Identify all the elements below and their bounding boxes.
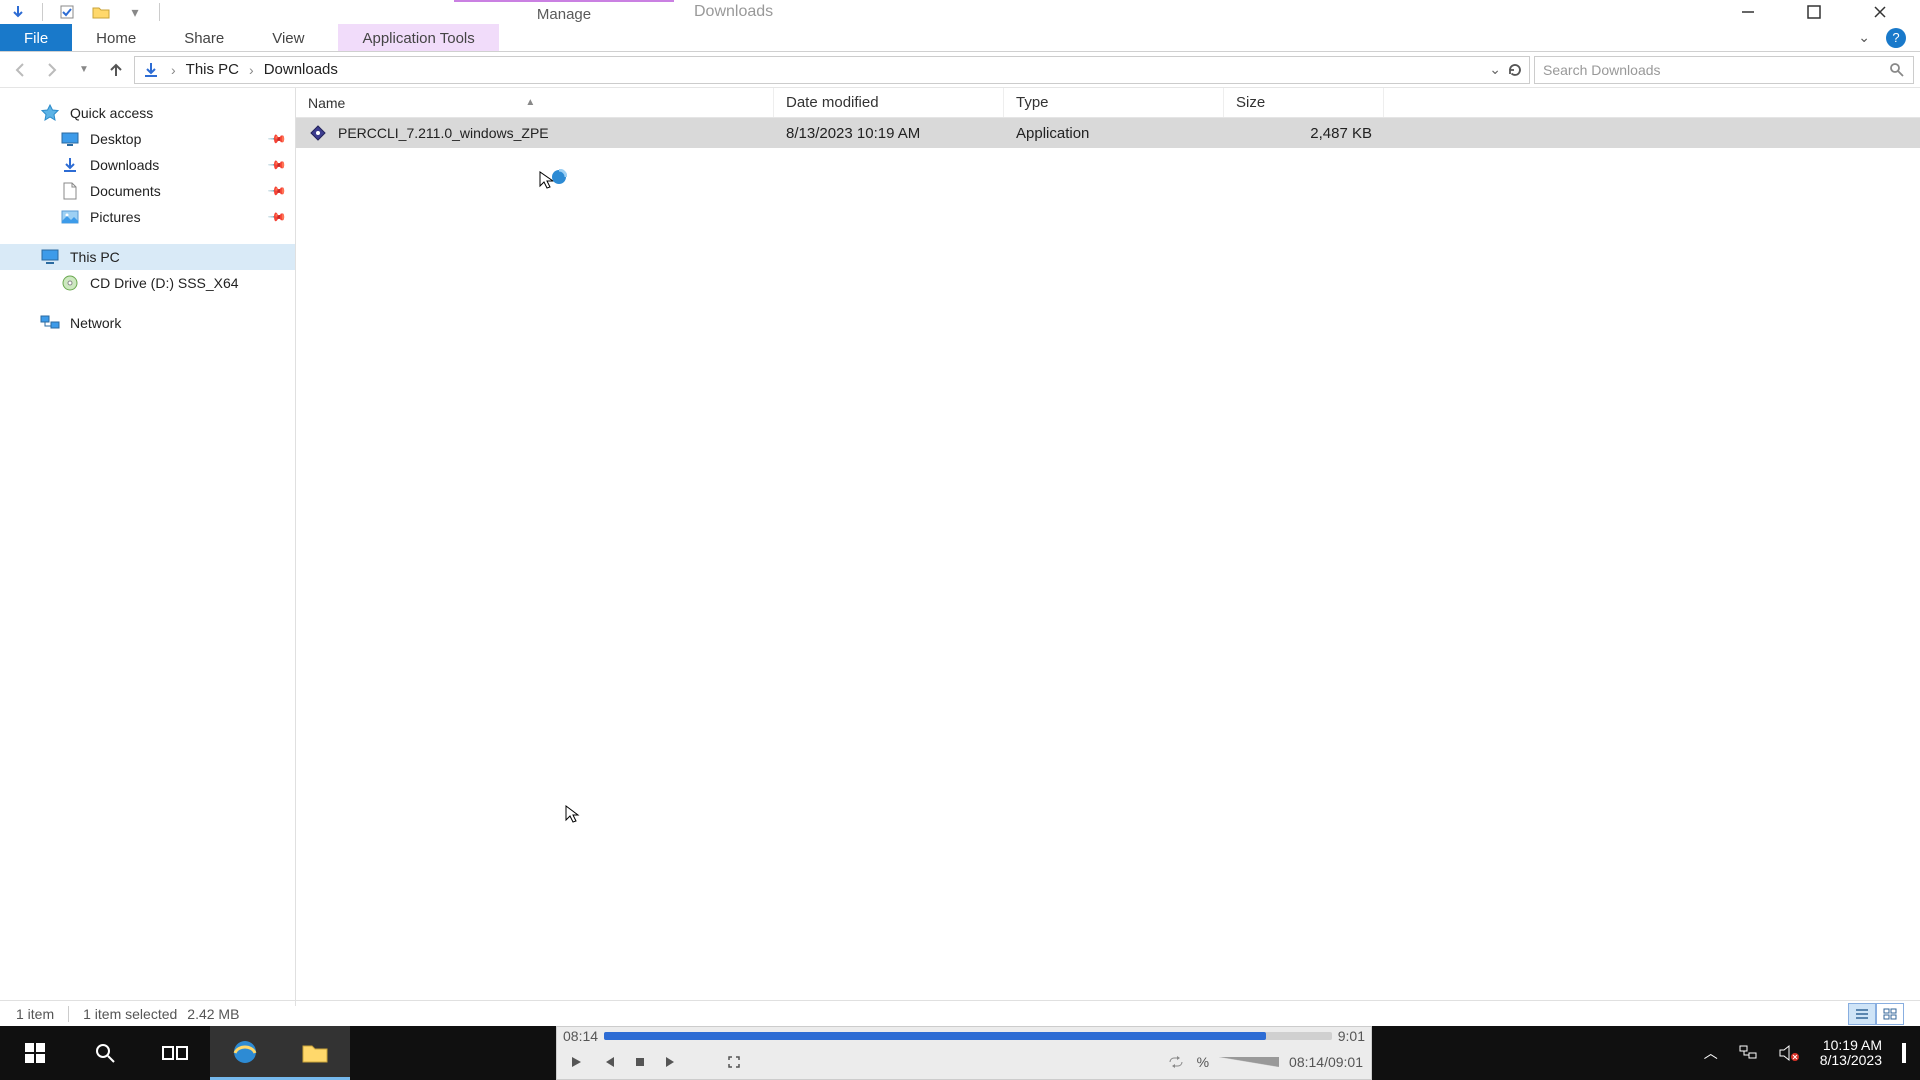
help-icon[interactable]: ? xyxy=(1886,28,1906,48)
file-tab[interactable]: File xyxy=(0,24,72,51)
file-row[interactable]: PERCCLI_7.211.0_windows_ZPE 8/13/2023 10… xyxy=(296,118,1920,148)
stop-button[interactable] xyxy=(629,1051,651,1073)
breadcrumb-root[interactable]: This PC xyxy=(186,61,239,78)
file-size: 2,487 KB xyxy=(1224,125,1384,142)
taskbar-explorer[interactable] xyxy=(280,1026,350,1080)
volume-slider[interactable] xyxy=(1219,1057,1279,1067)
player-position: 08:14 xyxy=(563,1028,598,1044)
refresh-icon[interactable] xyxy=(1507,62,1523,78)
chevron-right-icon[interactable]: › xyxy=(245,62,258,78)
sidebar-this-pc[interactable]: This PC xyxy=(0,244,295,270)
status-size: 2.42 MB xyxy=(187,1006,239,1022)
pictures-icon xyxy=(60,208,80,226)
player-total: 9:01 xyxy=(1338,1028,1365,1044)
fullscreen-button[interactable] xyxy=(723,1051,745,1073)
column-name[interactable]: Name▲ xyxy=(296,88,774,117)
view-tab[interactable]: View xyxy=(248,24,328,51)
sidebar-cd-drive[interactable]: CD Drive (D:) SSS_X64 xyxy=(0,270,295,296)
sidebar-documents[interactable]: Documents 📌 xyxy=(0,178,295,204)
back-button[interactable] xyxy=(6,56,34,84)
network-icon xyxy=(40,314,60,332)
status-selected: 1 item selected xyxy=(83,1006,177,1022)
qat-down-arrow-icon[interactable] xyxy=(4,2,32,22)
address-bar[interactable]: › This PC › Downloads ⌄ xyxy=(134,56,1530,84)
downloads-icon xyxy=(60,156,80,174)
taskbar-ie[interactable] xyxy=(210,1026,280,1080)
player-seek-bar[interactable] xyxy=(604,1032,1332,1040)
sidebar-downloads[interactable]: Downloads 📌 xyxy=(0,152,295,178)
media-player: 08:14 9:01 % 08:14/09:01 xyxy=(556,1026,1372,1080)
up-button[interactable] xyxy=(102,56,130,84)
play-button[interactable] xyxy=(565,1051,587,1073)
tray-notifications-icon[interactable] xyxy=(1902,1045,1906,1061)
file-list-pane[interactable]: Name▲ Date modified Type Size PERCCLI_7.… xyxy=(296,88,1920,1006)
sidebar-network[interactable]: Network xyxy=(0,310,295,336)
search-icon xyxy=(1889,62,1905,78)
tray-volume-muted-icon[interactable] xyxy=(1778,1044,1800,1062)
details-view-button[interactable] xyxy=(1848,1003,1876,1025)
column-date[interactable]: Date modified xyxy=(774,88,1004,117)
qat-customize-icon[interactable]: ▾ xyxy=(121,2,149,22)
loop-button[interactable] xyxy=(1165,1051,1187,1073)
minimize-button[interactable] xyxy=(1728,0,1768,24)
cd-drive-icon xyxy=(60,274,80,292)
recent-locations-button[interactable]: ▼ xyxy=(70,56,98,84)
tray-chevron-up-icon[interactable]: ︿ xyxy=(1704,1043,1718,1063)
start-button[interactable] xyxy=(0,1026,70,1080)
player-time-combo: 08:14/09:01 xyxy=(1289,1054,1363,1070)
window-title: Downloads xyxy=(674,3,793,21)
chevron-right-icon[interactable]: › xyxy=(167,62,180,78)
prev-button[interactable] xyxy=(597,1051,619,1073)
next-button[interactable] xyxy=(661,1051,683,1073)
desktop-icon xyxy=(60,130,80,148)
pin-icon: 📌 xyxy=(267,129,287,149)
ribbon-collapse-icon[interactable]: ⌄ xyxy=(1858,29,1870,46)
pin-icon: 📌 xyxy=(267,207,287,227)
application-tools-tab[interactable]: Application Tools xyxy=(338,24,498,51)
address-dropdown-icon[interactable]: ⌄ xyxy=(1489,61,1501,78)
sidebar-desktop[interactable]: Desktop 📌 xyxy=(0,126,295,152)
player-pct: % xyxy=(1197,1054,1209,1070)
close-button[interactable] xyxy=(1860,0,1900,24)
search-placeholder: Search Downloads xyxy=(1543,62,1661,78)
qat-properties-icon[interactable] xyxy=(53,2,81,22)
file-name: PERCCLI_7.211.0_windows_ZPE xyxy=(338,125,549,141)
pin-icon: 📌 xyxy=(267,181,287,201)
forward-button[interactable] xyxy=(38,56,66,84)
documents-icon xyxy=(60,182,80,200)
tray-clock[interactable]: 10:19 AM 8/13/2023 xyxy=(1820,1038,1882,1069)
this-pc-icon xyxy=(40,248,60,266)
file-type: Application xyxy=(1004,125,1224,142)
star-icon xyxy=(40,104,60,122)
sidebar-pictures[interactable]: Pictures 📌 xyxy=(0,204,295,230)
qat-folder-icon[interactable] xyxy=(87,2,115,22)
search-button[interactable] xyxy=(70,1026,140,1080)
column-size[interactable]: Size xyxy=(1224,88,1384,117)
downloads-location-icon xyxy=(141,61,161,79)
search-input[interactable]: Search Downloads xyxy=(1534,56,1914,84)
maximize-button[interactable] xyxy=(1794,0,1834,24)
status-item-count: 1 item xyxy=(16,1006,54,1022)
contextual-tab-label: Manage xyxy=(454,0,674,25)
task-view-button[interactable] xyxy=(140,1026,210,1080)
share-tab[interactable]: Share xyxy=(160,24,248,51)
home-tab[interactable]: Home xyxy=(72,24,160,51)
large-icons-view-button[interactable] xyxy=(1876,1003,1904,1025)
file-date: 8/13/2023 10:19 AM xyxy=(774,125,1004,142)
tray-network-icon[interactable] xyxy=(1738,1044,1758,1062)
sidebar-quick-access[interactable]: Quick access xyxy=(0,100,295,126)
breadcrumb-leaf[interactable]: Downloads xyxy=(264,61,338,78)
sort-asc-icon: ▲ xyxy=(525,97,535,108)
column-type[interactable]: Type xyxy=(1004,88,1224,117)
pin-icon: 📌 xyxy=(267,155,287,175)
application-icon xyxy=(308,124,328,142)
navigation-pane[interactable]: Quick access Desktop 📌 Downloads 📌 Docum… xyxy=(0,88,296,1006)
